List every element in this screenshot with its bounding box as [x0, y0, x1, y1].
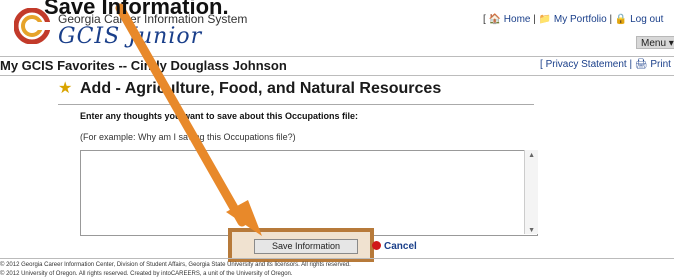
print-icon: 🖨 — [634, 59, 648, 70]
scroll-up-icon[interactable]: ▲ — [528, 152, 535, 159]
scroll-down-icon[interactable]: ▼ — [528, 227, 535, 234]
overlay-instruction: Save Information. — [44, 0, 229, 19]
page-title: Add - Agriculture, Food, and Natural Res… — [80, 80, 442, 97]
cancel-icon[interactable] — [372, 241, 381, 250]
home-link[interactable]: Home — [504, 14, 531, 25]
star-icon: ★ — [58, 80, 73, 97]
portfolio-link[interactable]: My Portfolio — [554, 14, 607, 25]
logout-link[interactable]: Log out — [630, 14, 663, 25]
home-icon: 🏠 — [488, 14, 502, 25]
favorites-title: My GCIS Favorites -- Cindy Douglass John… — [0, 58, 287, 73]
footer-divider — [0, 258, 674, 259]
textarea-scrollbar-wrap: ▲ ▼ — [80, 150, 538, 236]
save-information-button[interactable]: Save Information — [254, 239, 358, 254]
print-link[interactable]: Print — [650, 59, 671, 70]
textarea-scrollbar[interactable] — [524, 150, 538, 234]
portfolio-icon: 📁 — [538, 14, 552, 25]
notes-example: (For example: Why am I saving this Occup… — [80, 132, 296, 142]
notes-prompt: Enter any thoughts you want to save abou… — [80, 111, 359, 121]
menu-button[interactable]: Menu ▾ — [636, 36, 674, 49]
footer-line-1: © 2012 Georgia Career Information Center… — [0, 262, 351, 268]
product-name: GCIS Junior — [58, 24, 203, 49]
divider — [58, 104, 534, 105]
privacy-link[interactable]: Privacy Statement — [546, 59, 627, 70]
cancel-link[interactable]: Cancel — [384, 241, 417, 252]
footer-line-2: © 2012 University of Oregon. All rights … — [0, 271, 293, 277]
privacy-links: [ Privacy Statement | 🖨 Print — [540, 59, 671, 70]
top-links: [ 🏠 Home | 📁 My Portfolio | 🔒 Log out — [483, 14, 664, 25]
logout-icon: 🔒 — [614, 14, 628, 25]
